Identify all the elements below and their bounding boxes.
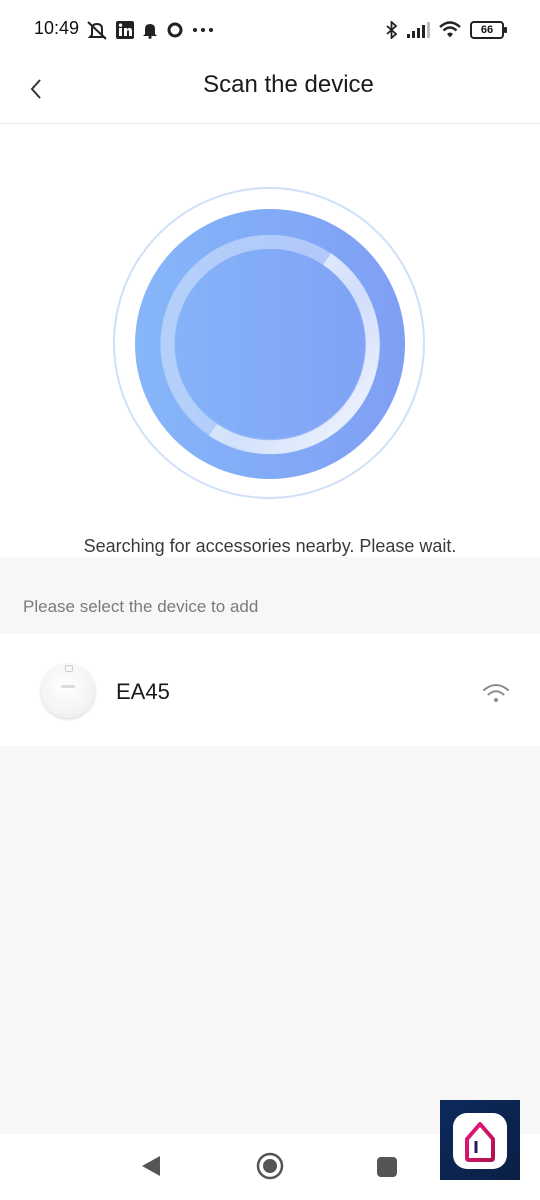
status-time: 10:49 bbox=[34, 18, 80, 38]
wifi-signal-icon bbox=[483, 684, 509, 702]
scan-area: Searching for accessories nearby. Please… bbox=[0, 124, 540, 557]
battery-icon: 66 bbox=[470, 21, 507, 39]
device-list-label: Please select the device to add bbox=[23, 597, 259, 616]
back-triangle-icon[interactable] bbox=[139, 1154, 163, 1178]
robot-vacuum-thumbnail bbox=[41, 664, 95, 718]
home-circle-icon[interactable] bbox=[256, 1152, 284, 1180]
signal-icon bbox=[407, 22, 430, 38]
mute-icon bbox=[87, 21, 107, 40]
page-title: Scan the device bbox=[203, 71, 374, 98]
bluetooth-icon bbox=[386, 21, 398, 39]
wifi-status-icon bbox=[439, 21, 461, 38]
bell-icon bbox=[143, 24, 157, 39]
status-icons-left bbox=[86, 18, 214, 42]
linkedin-icon bbox=[116, 21, 134, 39]
status-bar: 10:49 66 bbox=[0, 0, 540, 60]
house-logo-icon bbox=[465, 1122, 495, 1162]
scan-status-message: Searching for accessories nearby. Please… bbox=[83, 536, 457, 556]
scan-progress-arc bbox=[160, 234, 380, 455]
header: Scan the device bbox=[0, 60, 540, 124]
app-logo-badge bbox=[440, 1100, 520, 1180]
device-name: EA45 bbox=[116, 679, 170, 704]
status-icons-right: 66 bbox=[386, 18, 507, 42]
more-dots-icon bbox=[193, 28, 213, 32]
app-logo bbox=[453, 1113, 507, 1169]
ring-icon bbox=[167, 22, 183, 38]
recent-square-icon[interactable] bbox=[376, 1156, 398, 1178]
device-list-item[interactable]: EA45 bbox=[0, 634, 540, 746]
